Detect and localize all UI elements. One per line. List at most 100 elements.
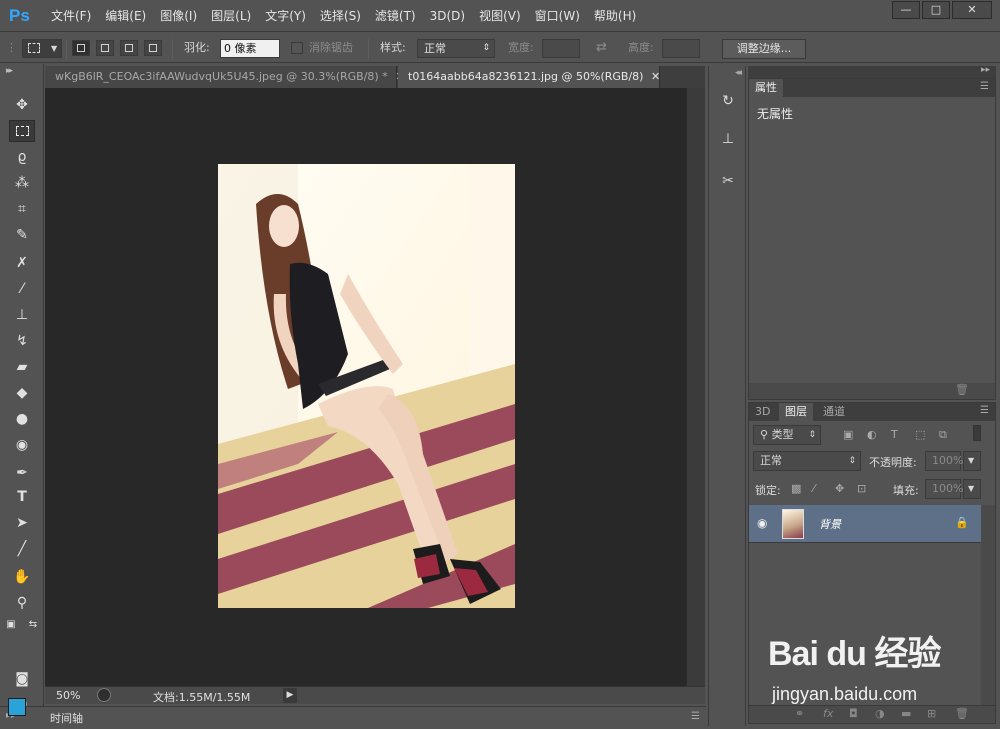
crop-tool-icon[interactable]: ⌗ [9, 198, 35, 220]
opacity-input[interactable]: 100% [925, 451, 963, 471]
tab-document-2[interactable]: t0164aabb64a8236121.jpg @ 50%(RGB/8) ✕ [398, 66, 660, 88]
tab-3d[interactable]: 3D [749, 403, 776, 421]
antialias-checkbox[interactable] [291, 42, 303, 54]
timeline-tab[interactable]: 时间轴 [50, 710, 83, 726]
layer-style-icon[interactable]: fx [823, 707, 833, 720]
new-selection-button[interactable] [72, 40, 90, 56]
panel-menu-icon[interactable]: ☰ [980, 81, 989, 92]
subtract-selection-button[interactable] [120, 40, 138, 56]
eraser-tool-icon[interactable]: ▰ [9, 356, 35, 378]
blur-tool-icon[interactable]: ● [9, 408, 35, 430]
layer-name[interactable]: 背景 [819, 516, 841, 532]
tab-properties[interactable]: 属性 [749, 79, 783, 97]
menu-layer[interactable]: 图层(L) [204, 8, 258, 24]
history-brush-tool-icon[interactable]: ↯ [9, 330, 35, 352]
history-panel-icon[interactable]: ↻ [717, 90, 739, 112]
filter-smart-icon[interactable]: ⧉ [939, 428, 947, 442]
type-tool-icon[interactable]: T [9, 486, 35, 508]
lasso-tool-icon[interactable]: ϱ [9, 146, 35, 168]
adjust-panel-icon[interactable]: ✂ [717, 170, 739, 192]
tool-preset-picker[interactable]: ▼ [22, 39, 62, 58]
menu-view[interactable]: 视图(V) [472, 8, 528, 24]
filter-toggle[interactable] [973, 425, 981, 441]
menu-file[interactable]: 文件(F) [44, 8, 98, 24]
trash-icon[interactable]: 🗑 [955, 383, 969, 396]
lock-transparent-icon[interactable]: ▩ [791, 482, 801, 495]
minimize-button[interactable]: — [892, 1, 920, 19]
close-button[interactable]: ✕ [952, 1, 992, 19]
style-select[interactable]: 正常 ⇕ [417, 39, 495, 58]
layer-row[interactable]: ◉ 背景 🔒 [749, 505, 981, 543]
filter-adjust-icon[interactable]: ◐ [867, 428, 877, 441]
paint-bucket-tool-icon[interactable]: ◆ [9, 382, 35, 404]
pen-tool-icon[interactable]: ✒ [9, 462, 35, 484]
refine-edge-button[interactable]: 调整边缘... [722, 39, 806, 59]
clone-stamp-tool-icon[interactable]: ⊥ [9, 304, 35, 326]
add-selection-button[interactable] [96, 40, 114, 56]
brush-tool-icon[interactable]: ⁄ [9, 278, 35, 300]
tab-channels[interactable]: 通道 [817, 403, 851, 421]
new-group-icon[interactable]: ▬ [901, 707, 911, 720]
eye-icon[interactable]: ◉ [757, 516, 767, 530]
adjustment-layer-icon[interactable]: ◑ [875, 707, 885, 720]
swap-icon[interactable]: ⇄ [596, 39, 607, 57]
close-icon[interactable]: ✕ [651, 70, 660, 83]
eyedropper-tool-icon[interactable]: ✎ [9, 224, 35, 246]
layers-scrollbar[interactable] [981, 505, 995, 707]
collapse-icon[interactable]: ▸▸ [981, 65, 990, 75]
line-tool-icon[interactable]: ╱ [9, 538, 35, 560]
path-selection-tool-icon[interactable]: ➤ [9, 512, 35, 534]
trash-icon[interactable]: 🗑 [955, 707, 969, 720]
menu-3d[interactable]: 3D(D) [423, 8, 472, 24]
intersect-selection-button[interactable] [144, 40, 162, 56]
quick-mask-icon[interactable]: ◙ [9, 668, 35, 690]
tab-layers[interactable]: 图层 [779, 403, 813, 421]
maximize-button[interactable]: □ [922, 1, 950, 19]
panel-menu-icon[interactable]: ☰ [980, 405, 989, 416]
play-icon[interactable]: ▶ [283, 688, 297, 703]
new-layer-icon[interactable]: ⊞ [927, 707, 936, 720]
swap-colors-icon[interactable]: ⇆ [26, 614, 40, 636]
menu-select[interactable]: 选择(S) [313, 8, 368, 24]
menu-window[interactable]: 窗口(W) [528, 8, 587, 24]
lock-all-icon[interactable]: ⊡ [857, 482, 866, 495]
tab-document-1[interactable]: wKgB6lR_CEOAc3ifAAWudvqUk5U45.jpeg @ 30.… [45, 66, 404, 88]
menu-help[interactable]: 帮助(H) [587, 8, 643, 24]
zoom-tool-icon[interactable]: ⚲ [9, 592, 35, 614]
feather-input[interactable]: 0 像素 [220, 39, 280, 58]
default-colors-icon[interactable]: ▣ [4, 614, 18, 636]
move-tool-icon[interactable]: ✥ [9, 94, 35, 116]
document-image[interactable] [218, 164, 515, 608]
collapse-icon[interactable]: ◂◂ [735, 68, 742, 78]
add-mask-icon[interactable]: ◘ [849, 707, 858, 720]
status-info-icon[interactable] [97, 688, 111, 702]
blend-mode-select[interactable]: 正常 ⇕ [753, 451, 861, 471]
dodge-tool-icon[interactable]: ◉ [9, 434, 35, 456]
menu-type[interactable]: 文字(Y) [258, 8, 313, 24]
zoom-level[interactable]: 50% [56, 689, 80, 702]
menu-filter[interactable]: 滤镜(T) [368, 8, 423, 24]
link-layers-icon[interactable]: ⚭ [795, 707, 804, 720]
menu-image[interactable]: 图像(I) [153, 8, 204, 24]
fill-input[interactable]: 100% [925, 479, 963, 499]
healing-brush-tool-icon[interactable]: ✗ [9, 252, 35, 274]
canvas-area[interactable] [45, 88, 686, 686]
canvas-vertical-scrollbar[interactable] [686, 88, 705, 686]
foreground-color-swatch[interactable] [8, 698, 26, 716]
opacity-dropdown[interactable]: ▼ [963, 451, 981, 471]
magic-wand-tool-icon[interactable]: ⁂ [9, 172, 35, 194]
panel-menu-icon[interactable]: ☰ [691, 711, 700, 722]
height-input[interactable] [662, 39, 700, 58]
fill-dropdown[interactable]: ▼ [963, 479, 981, 499]
lock-position-icon[interactable]: ✥ [835, 482, 844, 495]
collapse-icon[interactable]: ▸▸ [6, 66, 13, 76]
filter-pixel-icon[interactable]: ▣ [843, 428, 853, 441]
rect-marquee-tool-icon[interactable] [9, 120, 35, 142]
filter-type-icon[interactable]: T [891, 428, 898, 441]
width-input[interactable] [542, 39, 580, 58]
lock-pixels-icon[interactable]: ⁄ [813, 482, 815, 495]
menu-edit[interactable]: 编辑(E) [98, 8, 153, 24]
tool-presets-icon[interactable]: ⊥ [717, 128, 739, 150]
layer-filter-select[interactable]: ⚲ 类型 ⇕ [753, 425, 821, 445]
filter-shape-icon[interactable]: ⬚ [915, 428, 925, 441]
